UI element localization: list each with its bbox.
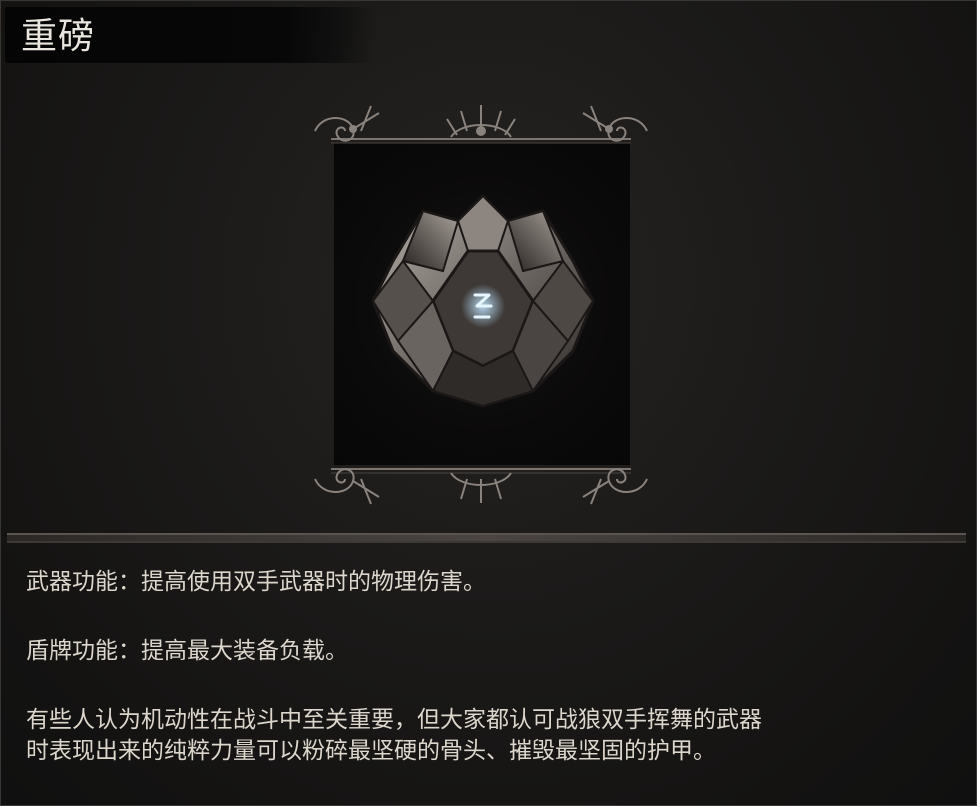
section-divider [7, 533, 966, 543]
item-title: 重磅 [21, 16, 96, 57]
weapon-function-text: 武器功能：提高使用双手武器时的物理伤害。 [26, 569, 486, 595]
heavy-rune-icon [371, 193, 595, 408]
shield-function-text: 盾牌功能：提高最大装备负载。 [26, 638, 348, 664]
item-detail-panel: 重磅 武器功能：提高使用双手武器时的物理伤害。 盾牌功能：提高最大装备负载。 有… [0, 0, 977, 806]
lore-text-line-2: 时表现出来的纯粹力量可以粉碎最坚硬的骨头、摧毁最坚固的护甲。 [26, 738, 716, 764]
lore-text-line-1: 有些人认为机动性在战斗中至关重要，但大家都认可战狼双手挥舞的武器 [26, 707, 762, 733]
item-art-frame [301, 101, 661, 511]
